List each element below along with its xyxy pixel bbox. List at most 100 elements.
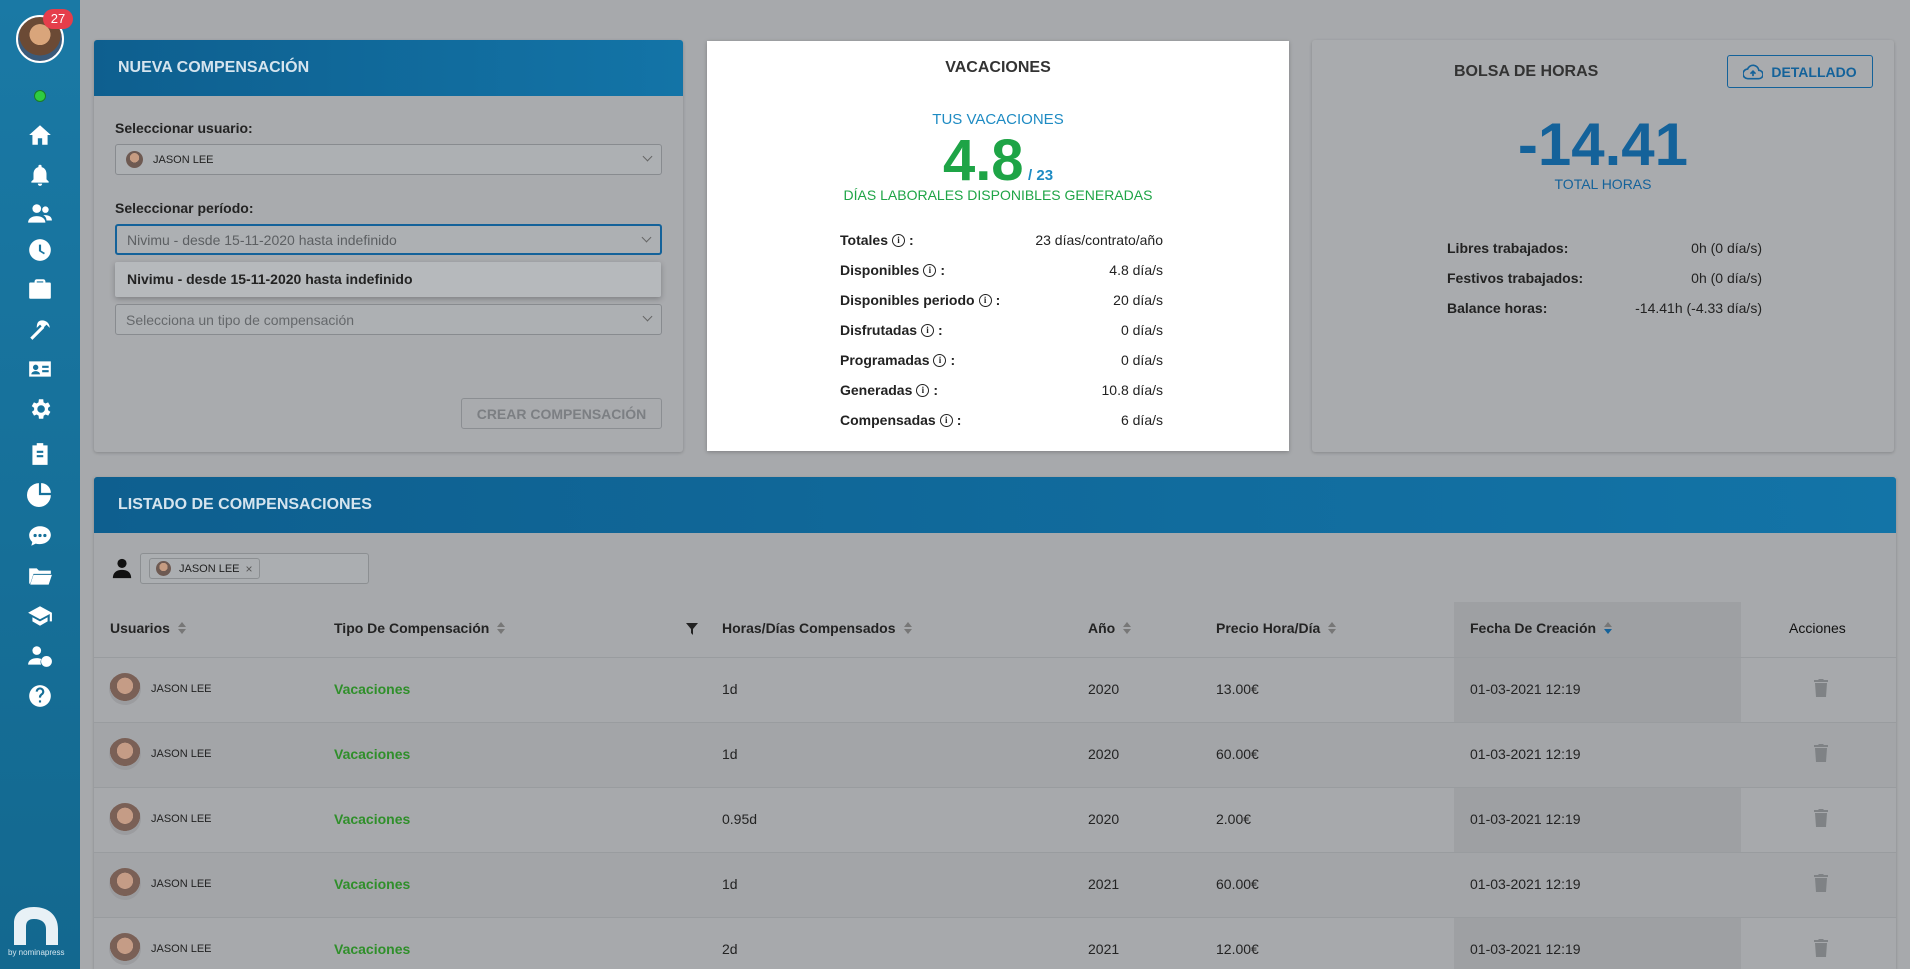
row-anio: 2021 <box>1088 876 1120 892</box>
help-icon[interactable] <box>24 680 56 712</box>
online-status-dot <box>34 90 46 102</box>
info-icon[interactable]: i <box>978 293 992 307</box>
id-card-icon[interactable] <box>24 353 56 385</box>
tipo-compensacion-select[interactable]: Selecciona un tipo de compensación <box>115 304 662 335</box>
row-user: JASON LEE <box>151 813 212 825</box>
info-icon[interactable]: i <box>923 263 937 277</box>
row-user: JASON LEE <box>151 748 212 760</box>
col-precio[interactable]: Precio Hora/Día <box>1216 620 1337 636</box>
row-anio: 2020 <box>1088 681 1120 697</box>
row-tipo: Vacaciones <box>334 876 411 892</box>
row-precio: 2.00€ <box>1216 811 1252 827</box>
row-tipo: Vacaciones <box>334 681 411 697</box>
vac-row-value: 6 día/s <box>1120 412 1163 428</box>
row-horas: 1d <box>722 681 738 697</box>
bolsa-row-label: Libres trabajados: <box>1447 240 1569 256</box>
table-row: JASON LEE Vacaciones 1d 2020 60.00€ 01-03-202… <box>94 722 1896 787</box>
vac-row-value: 0 día/s <box>1120 352 1163 368</box>
pie-chart-icon[interactable] <box>24 478 56 510</box>
sort-icon[interactable] <box>497 622 506 634</box>
bell-icon[interactable] <box>24 159 56 191</box>
row-tipo: Vacaciones <box>334 811 411 827</box>
nominapress-logo <box>14 907 58 945</box>
period-select[interactable]: Nivimu - desde 15-11-2020 hasta indefini… <box>115 224 662 255</box>
avatar <box>109 868 141 900</box>
row-anio: 2021 <box>1088 941 1120 957</box>
chip-label: JASON LEE <box>179 562 240 575</box>
vac-row-value: 10.8 día/s <box>1101 382 1164 398</box>
vac-row-label: Totales <box>840 232 888 248</box>
sidebar: 27 by nominapress <box>0 0 80 969</box>
info-icon[interactable]: i <box>933 353 947 367</box>
chevron-down-icon <box>642 311 653 322</box>
col-anio[interactable]: Año <box>1088 620 1132 636</box>
trash-icon[interactable] <box>1814 809 1828 827</box>
col-label: Precio Hora/Día <box>1216 620 1321 636</box>
user-filter-icon <box>112 558 132 579</box>
col-horas[interactable]: Horas/Días Compensados <box>722 620 912 636</box>
users-icon[interactable] <box>24 198 56 230</box>
row-fecha: 01-03-2021 12:19 <box>1470 811 1581 827</box>
avatar <box>109 673 141 705</box>
row-precio: 12.00€ <box>1216 941 1259 957</box>
trash-icon[interactable] <box>1814 679 1828 697</box>
crear-compensacion-button[interactable]: CREAR COMPENSACIÓN <box>461 398 662 429</box>
user-filter-input[interactable]: JASON LEE × <box>140 553 369 584</box>
row-user: JASON LEE <box>151 683 212 695</box>
filter-icon[interactable] <box>686 623 698 635</box>
panel-title: NUEVA COMPENSACIÓN <box>94 40 683 96</box>
vac-row-label: Compensadas <box>840 412 936 428</box>
row-anio: 2020 <box>1088 746 1120 762</box>
gear-icon[interactable] <box>24 393 56 425</box>
sort-icon[interactable] <box>177 622 186 634</box>
info-icon[interactable]: i <box>916 383 930 397</box>
chat-icon[interactable] <box>24 520 56 552</box>
sort-icon[interactable] <box>903 622 912 634</box>
sort-icon[interactable] <box>1604 622 1613 634</box>
vac-row-value: 23 días/contrato/año <box>1035 232 1163 248</box>
clock-icon[interactable] <box>24 234 56 266</box>
vac-row-totales: Totales i:23 días/contrato/año <box>840 232 1163 248</box>
detallado-button[interactable]: DETALLADO <box>1727 55 1873 88</box>
trash-icon[interactable] <box>1814 744 1828 762</box>
user-select-label: Seleccionar usuario: <box>115 120 253 136</box>
row-user: JASON LEE <box>151 943 212 955</box>
col-label: Tipo De Compensación <box>334 620 490 636</box>
vac-row-disfrutadas: Disfrutadas i:0 día/s <box>840 322 1163 338</box>
info-icon[interactable]: i <box>921 323 935 337</box>
clipboard-icon[interactable] <box>24 438 56 470</box>
graduation-cap-icon[interactable] <box>24 600 56 632</box>
umbrella-icon[interactable] <box>24 313 56 345</box>
table-row: JASON LEE Vacaciones 1d 2021 60.00€ 01-03-202… <box>94 852 1896 917</box>
bolsa-row-festivos: Festivos trabajados: 0h (0 día/s) <box>1447 270 1762 286</box>
row-fecha: 01-03-2021 12:19 <box>1470 876 1581 892</box>
close-icon[interactable]: × <box>246 562 253 576</box>
cloud-upload-icon <box>1743 63 1764 79</box>
table-row: JASON LEE Vacaciones 2d 2021 12.00€ 01-03-202… <box>94 917 1896 969</box>
row-horas: 1d <box>722 746 738 762</box>
sort-icon[interactable] <box>1123 622 1132 634</box>
col-fecha[interactable]: Fecha De Creación <box>1470 620 1613 636</box>
total-days: / 23 <box>1028 167 1054 184</box>
trash-icon[interactable] <box>1814 939 1828 957</box>
col-tipo[interactable]: Tipo De Compensación <box>334 620 506 636</box>
col-usuarios[interactable]: Usuarios <box>110 620 186 636</box>
vacaciones-card: VACACIONES TUS VACACIONES 4.8 / 23 DÍAS … <box>707 41 1289 451</box>
info-icon[interactable]: i <box>891 233 905 247</box>
user-select[interactable]: JASON LEE <box>115 144 662 175</box>
home-icon[interactable] <box>24 119 56 151</box>
col-label: Fecha De Creación <box>1470 620 1597 636</box>
info-icon[interactable]: i <box>939 413 953 427</box>
logo-text: by nominapress <box>8 948 65 957</box>
folder-icon[interactable] <box>24 560 56 592</box>
user-money-icon[interactable] <box>24 640 56 672</box>
trash-icon[interactable] <box>1814 874 1828 892</box>
sort-icon[interactable] <box>1328 622 1337 634</box>
period-dropdown-option[interactable]: Nivimu - desde 15-11-2020 hasta indefini… <box>115 262 661 297</box>
briefcase-icon[interactable] <box>24 273 56 305</box>
user-filter-chip[interactable]: JASON LEE × <box>149 558 260 579</box>
vac-row-label: Generadas <box>840 382 913 398</box>
bolsa-title: BOLSA DE HORAS <box>1454 63 1599 80</box>
vacaciones-title: VACACIONES <box>945 59 1051 76</box>
vac-row-value: 0 día/s <box>1120 322 1163 338</box>
